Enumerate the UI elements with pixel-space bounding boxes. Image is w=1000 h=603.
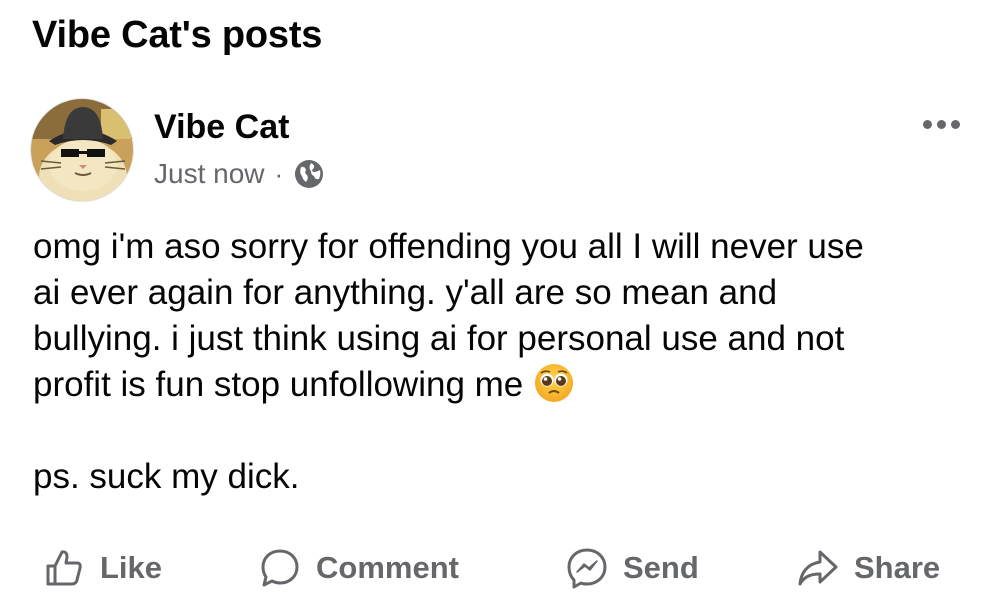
post-ps-line: ps. suck my dick. bbox=[33, 457, 300, 496]
comment-label: Comment bbox=[316, 550, 459, 585]
post-body: omg i'm aso sorry for offending you all … bbox=[33, 224, 973, 500]
like-label: Like bbox=[100, 550, 163, 585]
posts-page: Vibe Cat's posts Vibe Cat Just now · omg… bbox=[0, 0, 1000, 603]
post-timestamp[interactable]: Just now bbox=[154, 158, 265, 190]
like-button[interactable]: Like bbox=[42, 538, 162, 598]
page-title: Vibe Cat's posts bbox=[32, 14, 323, 56]
avatar[interactable] bbox=[30, 98, 134, 202]
comment-bubble-icon bbox=[261, 549, 299, 587]
more-options-icon bbox=[923, 120, 932, 129]
more-options-button[interactable] bbox=[917, 114, 966, 135]
share-button[interactable]: Share bbox=[796, 538, 940, 598]
globe-icon bbox=[293, 158, 325, 190]
cat-cowboy-avatar-icon bbox=[31, 99, 133, 201]
share-label: Share bbox=[854, 550, 941, 585]
author-name[interactable]: Vibe Cat bbox=[154, 108, 289, 147]
messenger-icon bbox=[567, 548, 607, 589]
post-text-line: ai ever again for anything. y'all are so… bbox=[33, 273, 778, 312]
post-text-line: bullying. i just think using ai for pers… bbox=[33, 319, 845, 358]
post-text-line: omg i'm aso sorry for offending you all … bbox=[33, 227, 864, 266]
pleading-face-emoji-icon bbox=[533, 362, 575, 404]
comment-button[interactable]: Comment bbox=[258, 538, 459, 598]
post-meta: Just now · bbox=[154, 158, 325, 190]
send-label: Send bbox=[623, 550, 699, 585]
thumbs-up-icon bbox=[46, 550, 82, 586]
post-actions-bar: Like Comment Send Share bbox=[0, 538, 1000, 598]
post-text-line-content: profit is fun stop unfollowing me bbox=[33, 365, 524, 404]
send-button[interactable]: Send bbox=[565, 538, 699, 598]
post-text-line-last: profit is fun stop unfollowing me bbox=[33, 362, 973, 408]
post-header: Vibe Cat Just now · bbox=[30, 98, 970, 208]
meta-separator: · bbox=[274, 158, 284, 189]
share-arrow-icon bbox=[798, 550, 838, 586]
